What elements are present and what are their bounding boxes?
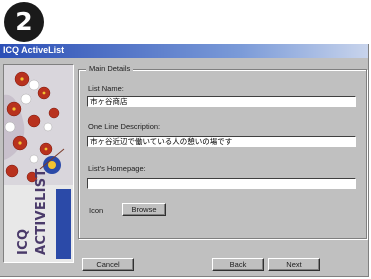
cancel-button[interactable]: Cancel: [82, 258, 134, 271]
activelist-wizard-window: ICQ ActiveList ICQ ACTIVELIST Main Detai…: [0, 44, 369, 277]
list-name-input[interactable]: 市ヶ谷商店: [87, 96, 356, 107]
main-details-label: Main Details: [86, 64, 134, 73]
description-input[interactable]: 市ヶ谷近辺で働いている人の憩いの場です: [87, 136, 356, 147]
side-banner-word-icq: ICQ: [16, 228, 31, 255]
icon-label: Icon: [89, 206, 104, 215]
list-name-label: List Name:: [88, 84, 124, 93]
window-title: ICQ ActiveList: [3, 45, 65, 55]
next-button[interactable]: Next: [268, 258, 320, 271]
side-banner-word-activelist: ACTIVELIST: [34, 168, 49, 255]
homepage-input[interactable]: [87, 178, 356, 189]
activelist-side-banner: ICQ ACTIVELIST: [3, 64, 74, 263]
browse-button[interactable]: Browse: [122, 203, 166, 216]
description-label: One Line Description:: [88, 122, 161, 131]
step-number-badge: 2: [4, 2, 44, 42]
title-bar[interactable]: ICQ ActiveList: [0, 44, 368, 58]
back-button[interactable]: Back: [212, 258, 264, 271]
homepage-label: List's Homepage:: [88, 164, 146, 173]
